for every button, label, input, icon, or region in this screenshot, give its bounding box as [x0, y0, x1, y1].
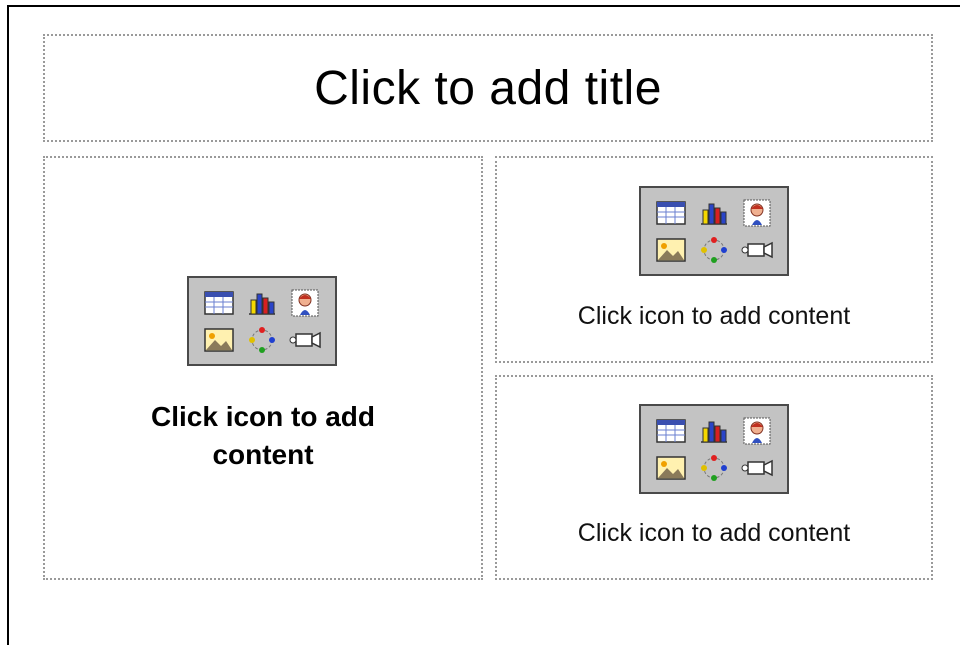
table-icon[interactable] [649, 412, 692, 449]
media-clip-icon[interactable] [284, 321, 327, 358]
diagram-icon[interactable] [692, 231, 735, 268]
content-placeholder-left[interactable]: Click icon to add content [43, 156, 483, 580]
content-icon-palette [639, 404, 789, 494]
clip-art-icon[interactable] [284, 284, 327, 321]
content-placeholder-right-bottom[interactable]: Click icon to add content [495, 375, 933, 580]
picture-icon[interactable] [649, 231, 692, 268]
content-icon-palette [187, 276, 337, 366]
table-icon[interactable] [649, 194, 692, 231]
media-clip-icon[interactable] [736, 449, 779, 486]
picture-icon[interactable] [197, 321, 240, 358]
clip-art-icon[interactable] [736, 194, 779, 231]
clip-art-icon[interactable] [736, 412, 779, 449]
content-placeholder-right-bottom-label: Click icon to add content [577, 519, 851, 547]
content-placeholder-left-label: Click icon to add content [45, 398, 481, 474]
chart-icon[interactable] [692, 194, 735, 231]
media-clip-icon[interactable] [736, 231, 779, 268]
slide-canvas: Click to add title Click icon to add con… [7, 5, 960, 645]
title-placeholder[interactable]: Click to add title [43, 34, 933, 142]
content-icon-palette [639, 186, 789, 276]
diagram-icon[interactable] [240, 321, 283, 358]
picture-icon[interactable] [649, 449, 692, 486]
chart-icon[interactable] [240, 284, 283, 321]
diagram-icon[interactable] [692, 449, 735, 486]
title-placeholder-text: Click to add title [314, 61, 662, 115]
content-placeholder-right-top[interactable]: Click icon to add content [495, 156, 933, 363]
content-placeholder-left-text: Click icon to add content [150, 401, 376, 470]
chart-icon[interactable] [692, 412, 735, 449]
table-icon[interactable] [197, 284, 240, 321]
content-placeholder-right-top-label: Click icon to add content [577, 302, 851, 330]
